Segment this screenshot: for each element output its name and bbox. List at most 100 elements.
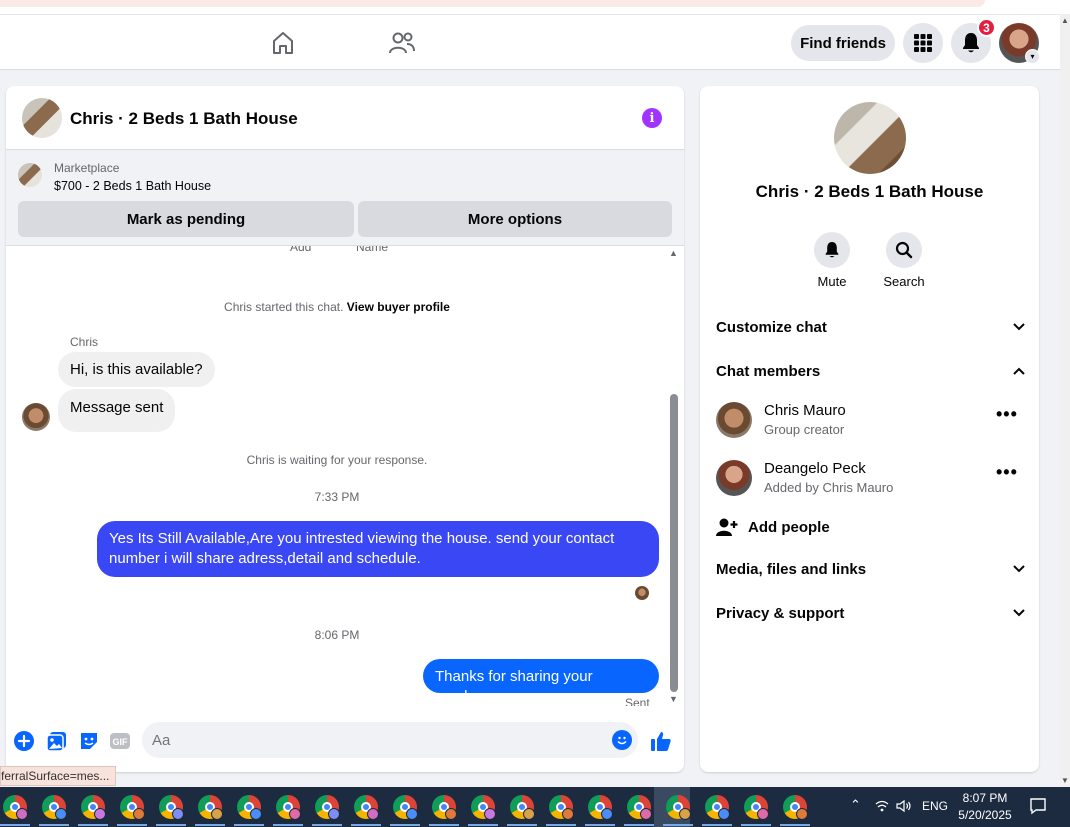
sender-avatar[interactable] xyxy=(22,403,50,431)
profile-badge-icon xyxy=(796,808,808,820)
more-icon[interactable]: ••• xyxy=(996,462,1018,483)
media-files-row[interactable]: Media, files and links xyxy=(716,558,1026,580)
taskbar-running-indicator xyxy=(390,824,420,826)
add-people-label: Add people xyxy=(748,518,830,536)
taskbar-running-indicator xyxy=(312,824,342,826)
avatar[interactable] xyxy=(716,402,752,438)
bell-icon[interactable] xyxy=(814,232,850,268)
thumbs-up-icon[interactable] xyxy=(650,730,672,752)
plus-icon[interactable] xyxy=(13,730,35,752)
taskbar-running-indicator xyxy=(780,824,810,826)
member-row[interactable]: Deangelo Peck Added by Chris Mauro ••• xyxy=(716,460,1026,500)
search-icon[interactable] xyxy=(886,232,922,268)
chrome-taskbar-icon[interactable] xyxy=(471,795,496,820)
message-input[interactable] xyxy=(152,722,592,758)
profile-badge-icon xyxy=(484,808,496,820)
notification-center-icon[interactable] xyxy=(1029,797,1047,818)
chrome-taskbar-icon[interactable] xyxy=(42,795,67,820)
scrollbar-thumb[interactable] xyxy=(670,394,678,692)
profile-badge-icon xyxy=(55,808,67,820)
chrome-taskbar-icon[interactable] xyxy=(783,795,808,820)
avatar[interactable] xyxy=(716,460,752,496)
emoji-icon[interactable] xyxy=(612,730,632,750)
outgoing-message[interactable]: Yes Its Still Available,Are you intreste… xyxy=(97,521,659,577)
add-people-button[interactable]: Add people xyxy=(716,516,830,538)
chrome-taskbar-icon[interactable] xyxy=(354,795,379,820)
gif-icon[interactable]: GIF xyxy=(109,730,131,752)
chat-title[interactable]: Chris · 2 Beds 1 Bath House xyxy=(70,109,298,129)
top-navigation: Find friends 3 ▾ xyxy=(0,14,1060,70)
chevron-down-icon xyxy=(1013,323,1025,331)
photo-icon[interactable] xyxy=(46,730,68,752)
chrome-taskbar-icon[interactable] xyxy=(81,795,106,820)
chrome-taskbar-icon[interactable] xyxy=(549,795,574,820)
language-indicator[interactable]: ENG xyxy=(922,799,948,813)
view-buyer-profile-link[interactable]: View buyer profile xyxy=(347,300,450,314)
chrome-taskbar-icon[interactable] xyxy=(744,795,769,820)
page-scrollbar[interactable]: ▲ ▼ xyxy=(1060,14,1070,787)
incoming-message[interactable]: Message sent xyxy=(58,389,176,432)
profile-badge-icon xyxy=(211,808,223,820)
mute-button[interactable]: Mute xyxy=(800,232,864,289)
sticker-icon[interactable] xyxy=(78,730,100,752)
chat-scrollbar[interactable]: ▲ ▼ xyxy=(668,248,680,708)
chrome-taskbar-icon[interactable] xyxy=(432,795,457,820)
chevron-down-icon[interactable]: ▾ xyxy=(1025,49,1040,64)
chrome-taskbar-icon[interactable] xyxy=(393,795,418,820)
outgoing-message[interactable]: Thanks for sharing your number xyxy=(423,659,659,705)
chrome-taskbar-icon[interactable] xyxy=(666,795,691,820)
member-row[interactable]: Chris Mauro Group creator ••• xyxy=(716,402,1026,442)
chrome-taskbar-icon[interactable] xyxy=(315,795,340,820)
taskbar: ⌃ ENG 8:07 PM 5/20/2025 xyxy=(0,787,1070,827)
more-options-button[interactable]: More options xyxy=(358,201,672,237)
chrome-taskbar-icon[interactable] xyxy=(588,795,613,820)
chrome-taskbar-icon[interactable] xyxy=(627,795,652,820)
customize-chat-row[interactable]: Customize chat xyxy=(716,316,1026,338)
marketplace-bar: Marketplace $700 - 2 Beds 1 Bath House M… xyxy=(6,150,684,246)
chat-panel: Chris · 2 Beds 1 Bath House i Marketplac… xyxy=(6,86,684,772)
incoming-message[interactable]: Hi, is this available? xyxy=(58,352,215,387)
more-icon[interactable]: ••• xyxy=(996,404,1018,425)
chat-thumbnail[interactable] xyxy=(22,98,62,138)
profile-badge-icon xyxy=(757,808,769,820)
mute-label: Mute xyxy=(817,274,847,289)
scroll-up-arrow[interactable]: ▲ xyxy=(669,248,678,258)
chrome-taskbar-icon[interactable] xyxy=(3,795,28,820)
add-person-icon xyxy=(716,518,738,536)
profile-badge-icon xyxy=(445,808,457,820)
composer: GIF xyxy=(6,716,684,766)
profile-badge-icon xyxy=(679,808,691,820)
find-friends-button[interactable]: Find friends xyxy=(791,25,895,61)
chrome-taskbar-icon[interactable] xyxy=(276,795,301,820)
chrome-taskbar-icon[interactable] xyxy=(198,795,223,820)
seen-avatar xyxy=(635,586,649,600)
mark-pending-button[interactable]: Mark as pending xyxy=(18,201,354,237)
taskbar-running-indicator xyxy=(234,824,264,826)
chevron-up-icon[interactable]: ⌃ xyxy=(850,797,861,813)
listing-title[interactable]: $700 - 2 Beds 1 Bath House xyxy=(54,179,211,193)
info-icon[interactable]: i xyxy=(642,108,662,128)
clock[interactable]: 8:07 PM 5/20/2025 xyxy=(950,790,1020,824)
chrome-taskbar-icon[interactable] xyxy=(510,795,535,820)
chrome-taskbar-icon[interactable] xyxy=(705,795,730,820)
chat-started-notice: Chris started this chat. View buyer prof… xyxy=(6,300,668,314)
scroll-down-arrow[interactable]: ▼ xyxy=(669,694,678,704)
chat-members-label: Chat members xyxy=(716,362,821,380)
chrome-taskbar-icon[interactable] xyxy=(159,795,184,820)
clock-time: 8:07 PM xyxy=(962,791,1008,805)
profile-badge-icon xyxy=(718,808,730,820)
chat-members-row[interactable]: Chat members xyxy=(716,360,1026,382)
privacy-support-row[interactable]: Privacy & support xyxy=(716,602,1026,624)
taskbar-running-indicator xyxy=(546,824,576,826)
listing-photo[interactable] xyxy=(834,102,906,174)
chrome-taskbar-icon[interactable] xyxy=(237,795,262,820)
search-button[interactable]: Search xyxy=(872,232,936,289)
friends-icon[interactable] xyxy=(388,29,416,57)
home-icon[interactable] xyxy=(269,29,297,57)
member-role: Group creator xyxy=(764,422,845,437)
volume-icon[interactable] xyxy=(896,799,912,816)
listing-thumbnail[interactable] xyxy=(18,163,42,187)
wifi-icon[interactable] xyxy=(875,799,889,816)
chrome-taskbar-icon[interactable] xyxy=(120,795,145,820)
grid-menu-icon[interactable] xyxy=(903,23,943,63)
